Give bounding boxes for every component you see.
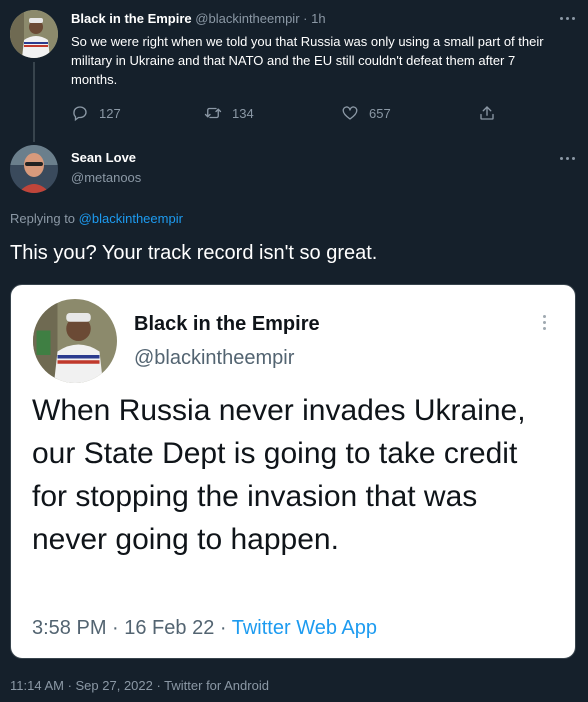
like-action[interactable]: 657 — [341, 104, 391, 122]
embedded-time: 3:58 PM · 16 Feb 22 · — [32, 617, 227, 639]
replying-prefix: Replying to — [10, 211, 76, 226]
parent-header: Black in the Empire @blackintheempir · 1… — [71, 11, 326, 26]
reply-count: 127 — [99, 105, 121, 121]
embedded-source: Twitter Web App — [231, 617, 378, 639]
like-count: 657 — [369, 105, 391, 121]
reply-icon — [73, 106, 87, 122]
embedded-display-name: Black in the Empire — [134, 313, 320, 335]
share-icon — [480, 106, 494, 120]
parent-text: So we were right when we told you that R… — [71, 34, 544, 87]
reply-handle[interactable]: @metanoos — [71, 170, 141, 185]
parent-avatar[interactable] — [10, 10, 58, 58]
share-action[interactable] — [478, 104, 496, 122]
reply-timestamp[interactable]: 11:14 AM · Sep 27, 2022 · Twitter for An… — [10, 678, 269, 693]
retweet-count: 134 — [232, 105, 254, 121]
embedded-text: When Russia never invades Ukraine, our S… — [32, 394, 526, 556]
like-icon — [342, 106, 358, 120]
embedded-avatar — [33, 299, 117, 383]
replying-to: Replying to @blackintheempir — [10, 211, 183, 226]
thread-line — [33, 62, 35, 142]
more-icon[interactable] — [560, 17, 575, 20]
reply-display-name[interactable]: Sean Love — [71, 150, 136, 165]
reply-more-icon[interactable] — [560, 157, 575, 160]
embedded-meta: 3:58 PM · 16 Feb 22 · Twitter Web App — [32, 617, 377, 640]
embedded-more-icon — [543, 315, 546, 330]
retweet-icon — [204, 107, 222, 119]
parent-separator: · — [303, 11, 308, 26]
parent-time[interactable]: 1h — [311, 11, 325, 26]
parent-display-name[interactable]: Black in the Empire — [71, 11, 192, 26]
retweet-action[interactable]: 134 — [204, 104, 254, 122]
replying-to-link[interactable]: @blackintheempir — [79, 211, 183, 226]
reply-action[interactable]: 127 — [71, 104, 121, 122]
embedded-image[interactable]: Black in the Empire @blackintheempir Whe… — [10, 284, 576, 659]
parent-handle[interactable]: @blackintheempir — [195, 11, 299, 26]
reply-avatar[interactable] — [10, 145, 58, 193]
reply-text: This you? Your track record isn't so gre… — [10, 242, 378, 264]
embedded-handle: @blackintheempir — [134, 347, 295, 369]
